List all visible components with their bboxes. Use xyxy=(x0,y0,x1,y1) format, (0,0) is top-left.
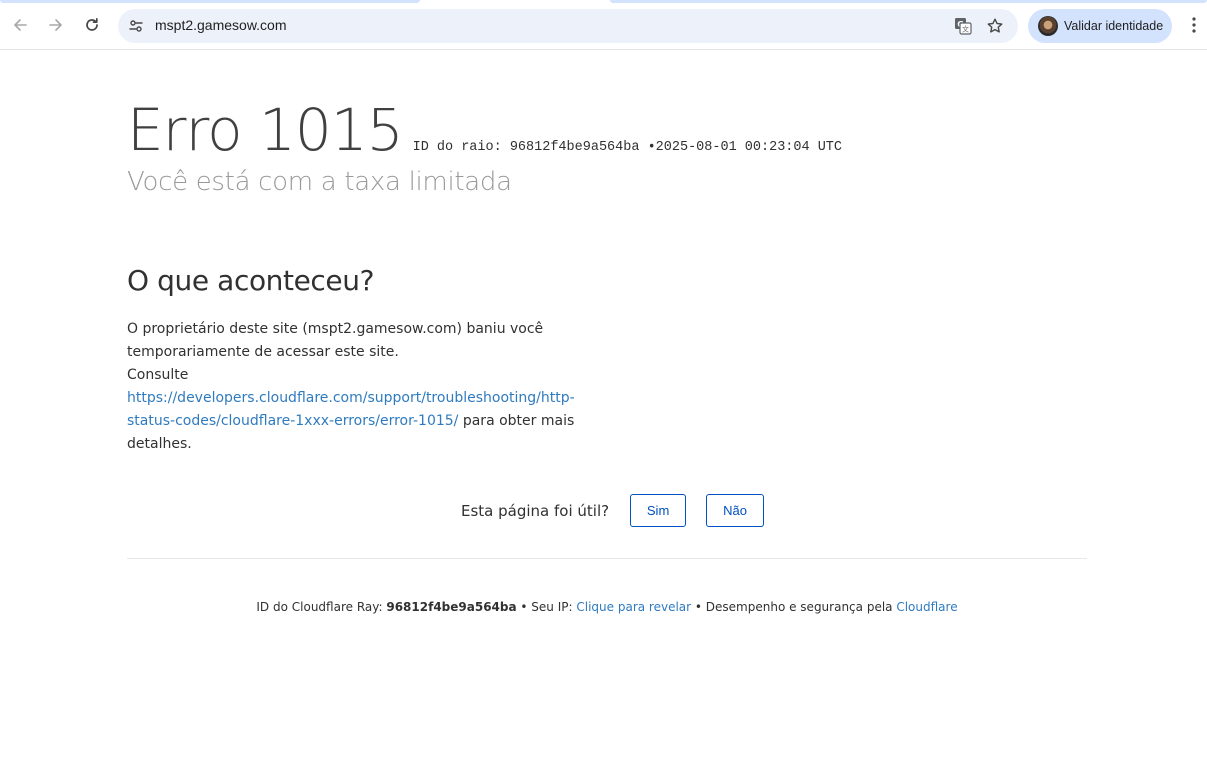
footer-separator: • xyxy=(516,600,532,614)
ray-id-value: 96812f4be9a564ba xyxy=(509,140,640,155)
error-timestamp: 2025-08-01 00:23:04 UTC xyxy=(655,140,843,155)
arrow-right-icon xyxy=(49,19,62,31)
star-icon xyxy=(987,18,1003,33)
what-happened-paragraph: O proprietário deste site (mspt2.gamesow… xyxy=(127,321,544,360)
consult-text: Consulte https://developers.cloudflare.co… xyxy=(127,364,617,456)
tab-strip-edge xyxy=(0,0,420,3)
forward-button[interactable] xyxy=(44,13,68,37)
footer-performance-label: Desempenho e segurança pela xyxy=(705,600,893,614)
validate-identity-label: Validar identidade xyxy=(1064,19,1164,33)
error-subtitle: Você está com a taxa limitada xyxy=(127,167,512,197)
error-meta: ID do raio: 96812f4be9a564ba •2025-08-01… xyxy=(413,140,842,155)
meta-separator: • xyxy=(647,140,656,155)
tab-strip-edge xyxy=(610,0,1207,3)
browser-menu-button[interactable] xyxy=(1183,14,1205,36)
feedback-yes-button[interactable]: Sim xyxy=(630,494,687,527)
error-header: Erro 1015 ID do raio: 96812f4be9a564ba •2… xyxy=(127,98,842,162)
translate-button[interactable]: G 文 xyxy=(953,16,973,36)
reveal-ip-link[interactable]: Clique para revelar xyxy=(576,600,691,614)
what-happened-body: O proprietário deste site (mspt2.gamesow… xyxy=(127,318,617,456)
feedback-no-button[interactable]: Não xyxy=(706,494,765,527)
site-info-button[interactable] xyxy=(124,14,148,38)
what-happened-title: O que aconteceu? xyxy=(127,264,375,297)
footer-ray-id: 96812f4be9a564ba xyxy=(386,600,517,614)
feedback-row: Esta página foi útil? Sim Não xyxy=(461,494,765,527)
footer-divider xyxy=(127,558,1087,559)
consult-label: Consulte xyxy=(127,367,189,383)
validate-identity-button[interactable]: Validar identidade xyxy=(1028,9,1172,43)
back-button[interactable] xyxy=(8,13,32,37)
footer-ip-label: Seu IP: xyxy=(531,600,573,614)
tune-icon xyxy=(129,20,143,32)
arrow-left-icon xyxy=(14,19,27,31)
browser-toolbar: mspt2.gamesow.com G 文 Validar identidade xyxy=(0,0,1207,50)
reload-button[interactable] xyxy=(80,13,104,37)
footer-ray-label: ID do Cloudflare Ray: xyxy=(256,600,383,614)
error-title: Erro 1015 xyxy=(127,96,404,164)
translate-icon: G 文 xyxy=(955,18,972,35)
avatar xyxy=(1038,16,1058,36)
url-text[interactable]: mspt2.gamesow.com xyxy=(155,17,287,33)
svg-text:文: 文 xyxy=(962,25,969,34)
footer: ID do Cloudflare Ray: 96812f4be9a564ba •… xyxy=(127,600,1087,614)
reload-icon xyxy=(86,17,98,31)
feedback-question: Esta página foi útil? xyxy=(461,501,610,520)
kebab-menu-icon xyxy=(1192,17,1196,33)
footer-separator: • xyxy=(691,600,706,614)
ray-id-label: ID do raio: xyxy=(412,140,502,155)
address-bar[interactable]: mspt2.gamesow.com G 文 xyxy=(118,9,1018,43)
bookmark-button[interactable] xyxy=(985,16,1005,36)
cloudflare-link[interactable]: Cloudflare xyxy=(896,600,957,614)
